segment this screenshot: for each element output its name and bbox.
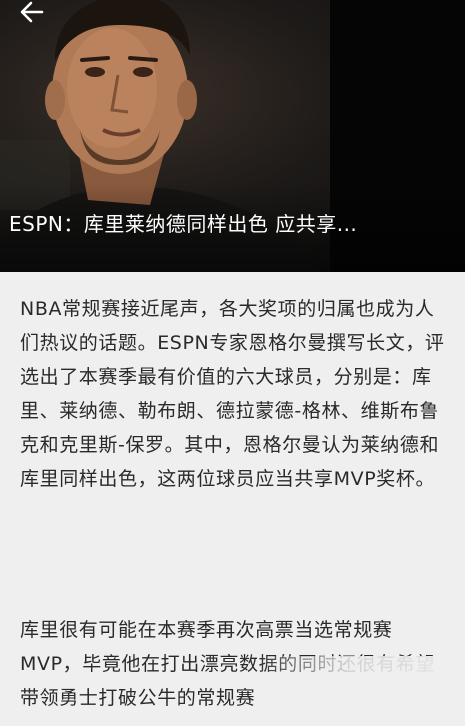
article-paragraph: NBA常规赛接近尾声，各大奖项的归属也成为人们热议的话题。ESPN专家恩格尔曼撰… bbox=[20, 298, 445, 490]
article-page: ESPN：库里莱纳德同样出色 应共享... NBA常规赛接近尾声，各大奖项的归属… bbox=[0, 0, 465, 726]
article-body: NBA常规赛接近尾声，各大奖项的归属也成为人们热议的话题。ESPN专家恩格尔曼撰… bbox=[0, 272, 465, 726]
hero-image-area: ESPN：库里莱纳德同样出色 应共享... bbox=[0, 0, 465, 272]
article-headline: ESPN：库里莱纳德同样出色 应共享... bbox=[9, 212, 358, 236]
back-button[interactable] bbox=[14, 0, 54, 26]
back-arrow-icon bbox=[20, 1, 44, 23]
article-paragraph: 库里很有可能在本赛季再次高票当选常规赛MVP，毕竟他在打出漂亮数据的同时还很有希… bbox=[20, 619, 436, 709]
